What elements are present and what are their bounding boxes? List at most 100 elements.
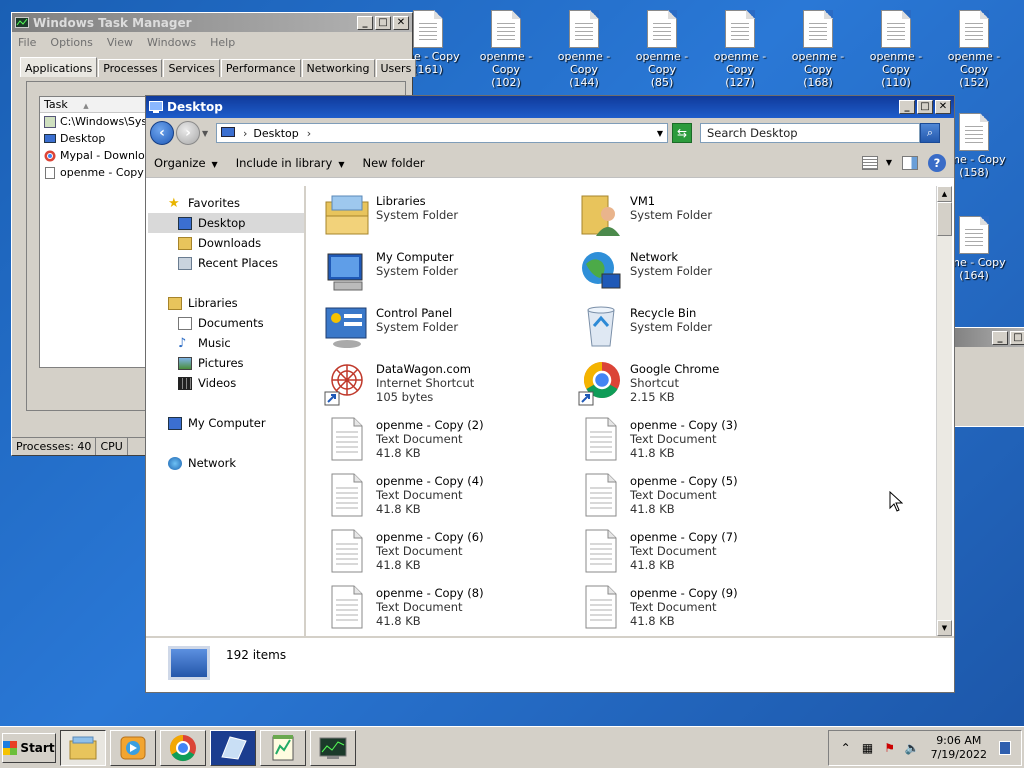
nav-item-recent-places[interactable]: Recent Places xyxy=(148,253,304,273)
taskbar-media-player-button[interactable] xyxy=(110,729,156,766)
breadcrumb[interactable]: Desktop xyxy=(253,127,298,140)
scroll-down-button[interactable]: ▼ xyxy=(937,620,952,636)
nav-favorites[interactable]: ★ Favorites xyxy=(148,193,304,213)
text-document-icon xyxy=(324,416,370,464)
recent-pages-dropdown[interactable]: ▼ xyxy=(202,129,212,138)
tab-processes[interactable]: Processes xyxy=(98,59,163,77)
maximize-button[interactable]: □ xyxy=(917,100,933,114)
file-tile[interactable]: openme - Copy (7) Text Document 41.8 KB xyxy=(578,528,828,580)
navigation-pane[interactable]: ★ Favorites Desktop Downloads Recent Pla… xyxy=(148,186,306,636)
maximize-button[interactable]: □ xyxy=(1010,330,1024,345)
nav-my-computer[interactable]: My Computer xyxy=(148,413,304,433)
taskbar-system-monitor-button[interactable] xyxy=(310,729,356,766)
menu-file[interactable]: File xyxy=(18,36,36,49)
taskbar-notepad-button[interactable] xyxy=(260,729,306,766)
file-tile[interactable]: Libraries System Folder xyxy=(324,192,574,244)
forward-button[interactable]: › xyxy=(176,121,200,145)
scroll-up-button[interactable]: ▲ xyxy=(937,186,952,202)
scroll-thumb[interactable] xyxy=(937,202,952,236)
file-list[interactable]: Libraries System Folder VM1 System Folder My… xyxy=(308,186,936,636)
desktop-file-icon[interactable]: openme - Copy (110) xyxy=(858,10,934,89)
file-tile[interactable]: openme - Copy (4) Text Document 41.8 KB xyxy=(324,472,574,524)
start-button[interactable]: Start xyxy=(2,732,56,763)
file-tile-text: openme - Copy (5) Text Document 41.8 KB xyxy=(630,472,738,516)
explorer-window[interactable]: Desktop _ □ ✕ ‹ › ▼ › Desktop › ▼ ⇆ Sear… xyxy=(145,95,955,693)
task-manager-titlebar[interactable]: Windows Task Manager _ □ ✕ xyxy=(12,13,412,32)
text-document-icon xyxy=(959,113,989,151)
minimize-button[interactable]: _ xyxy=(992,330,1008,345)
file-tile[interactable]: Network System Folder xyxy=(578,248,828,300)
nav-libraries[interactable]: Libraries xyxy=(148,293,304,313)
address-bar[interactable]: › Desktop › ▼ xyxy=(216,123,668,143)
tab-networking[interactable]: Networking xyxy=(301,59,375,77)
file-type: Text Document xyxy=(376,432,463,446)
menu-help[interactable]: Help xyxy=(210,36,235,49)
show-hidden-icons-icon[interactable]: ⌃ xyxy=(839,741,853,755)
explorer-titlebar[interactable]: Desktop _ □ ✕ xyxy=(146,96,954,118)
tab-services[interactable]: Services xyxy=(163,59,220,77)
breadcrumb-chevron-icon[interactable]: › xyxy=(307,127,311,140)
nav-item-desktop[interactable]: Desktop xyxy=(148,213,304,233)
nav-item-documents[interactable]: Documents xyxy=(148,313,304,333)
taskbar-explorer-button[interactable] xyxy=(60,729,106,766)
close-button[interactable]: ✕ xyxy=(393,15,409,30)
volume-icon[interactable]: 🔈 xyxy=(905,741,920,755)
action-center-icon[interactable]: ⚑ xyxy=(883,741,897,755)
file-tile[interactable]: openme - Copy (5) Text Document 41.8 KB xyxy=(578,472,828,524)
file-tile[interactable]: openme - Copy (2) Text Document 41.8 KB xyxy=(324,416,574,468)
file-tile[interactable]: Google Chrome Shortcut 2.15 KB xyxy=(578,360,828,412)
file-tile[interactable]: Recycle Bin System Folder xyxy=(578,304,828,356)
tab-users[interactable]: Users xyxy=(375,59,417,77)
file-tile[interactable]: openme - Copy (8) Text Document 41.8 KB xyxy=(324,584,574,636)
desktop-file-icon[interactable]: openme - Copy (168) xyxy=(780,10,856,89)
new-folder-button[interactable]: New folder xyxy=(363,156,425,170)
change-view-icon[interactable] xyxy=(861,155,878,170)
include-in-library-button[interactable]: Include in library ▼ xyxy=(236,156,345,170)
help-icon[interactable]: ? xyxy=(928,153,946,172)
address-dropdown-icon[interactable]: ▼ xyxy=(657,129,663,138)
file-size: 41.8 KB xyxy=(376,614,421,628)
menu-view[interactable]: View xyxy=(107,36,133,49)
nav-item-downloads[interactable]: Downloads xyxy=(148,233,304,253)
nav-item-pictures[interactable]: Pictures xyxy=(148,353,304,373)
taskbar-task-manager-button[interactable] xyxy=(210,729,256,766)
tab-applications[interactable]: Applications xyxy=(20,57,98,77)
tab-performance[interactable]: Performance xyxy=(220,59,301,77)
taskbar-chrome-button[interactable] xyxy=(160,729,206,766)
desktop-file-icon[interactable]: openme - Copy (152) xyxy=(936,10,1012,89)
search-icon[interactable]: ⌕ xyxy=(920,123,940,143)
minimize-button[interactable]: _ xyxy=(357,15,373,30)
view-options-chevron-icon[interactable]: ▼ xyxy=(886,158,892,167)
show-desktop-icon[interactable] xyxy=(999,740,1011,755)
desktop-file-icon[interactable]: openme - Copy (102) xyxy=(468,10,544,89)
file-tile[interactable]: VM1 System Folder xyxy=(578,192,828,244)
background-window[interactable]: _ □ xyxy=(950,327,1024,427)
nav-item-videos[interactable]: Videos xyxy=(148,373,304,393)
desktop-file-icon[interactable]: openme - Copy (144) xyxy=(546,10,622,89)
breadcrumb-separator-icon[interactable]: › xyxy=(243,127,247,140)
menu-options[interactable]: Options xyxy=(50,36,92,49)
back-button[interactable]: ‹ xyxy=(150,121,174,145)
preview-pane-icon[interactable] xyxy=(902,155,918,170)
nav-item-music[interactable]: ♪ Music xyxy=(148,333,304,353)
network-status-icon[interactable]: ▦ xyxy=(861,741,875,755)
file-tile[interactable]: openme - Copy (9) Text Document 41.8 KB xyxy=(578,584,828,636)
desktop-file-icon[interactable]: openme - Copy (127) xyxy=(702,10,778,89)
menu-windows[interactable]: Windows xyxy=(147,36,196,49)
file-tile[interactable]: Control Panel System Folder xyxy=(324,304,574,356)
minimize-button[interactable]: _ xyxy=(899,100,915,114)
refresh-button[interactable]: ⇆ xyxy=(672,123,692,143)
file-tile[interactable]: openme - Copy (6) Text Document 41.8 KB xyxy=(324,528,574,580)
file-tile[interactable]: openme - Copy (3) Text Document 41.8 KB xyxy=(578,416,828,468)
file-tile[interactable]: My Computer System Folder xyxy=(324,248,574,300)
maximize-button[interactable]: □ xyxy=(375,15,391,30)
nav-network[interactable]: Network xyxy=(148,453,304,473)
close-button[interactable]: ✕ xyxy=(935,100,951,114)
vertical-scrollbar[interactable]: ▲ ▼ xyxy=(936,186,952,636)
search-input[interactable]: Search Desktop xyxy=(700,123,920,143)
organize-button[interactable]: Organize ▼ xyxy=(154,156,218,170)
file-tile[interactable]: DataWagon.com Internet Shortcut 105 bytes xyxy=(324,360,574,412)
clock[interactable]: 9:06 AM 7/19/2022 xyxy=(931,734,987,762)
desktop-file-icon[interactable]: openme - Copy (85) xyxy=(624,10,700,89)
background-window-titlebar[interactable]: _ □ xyxy=(951,328,1024,347)
